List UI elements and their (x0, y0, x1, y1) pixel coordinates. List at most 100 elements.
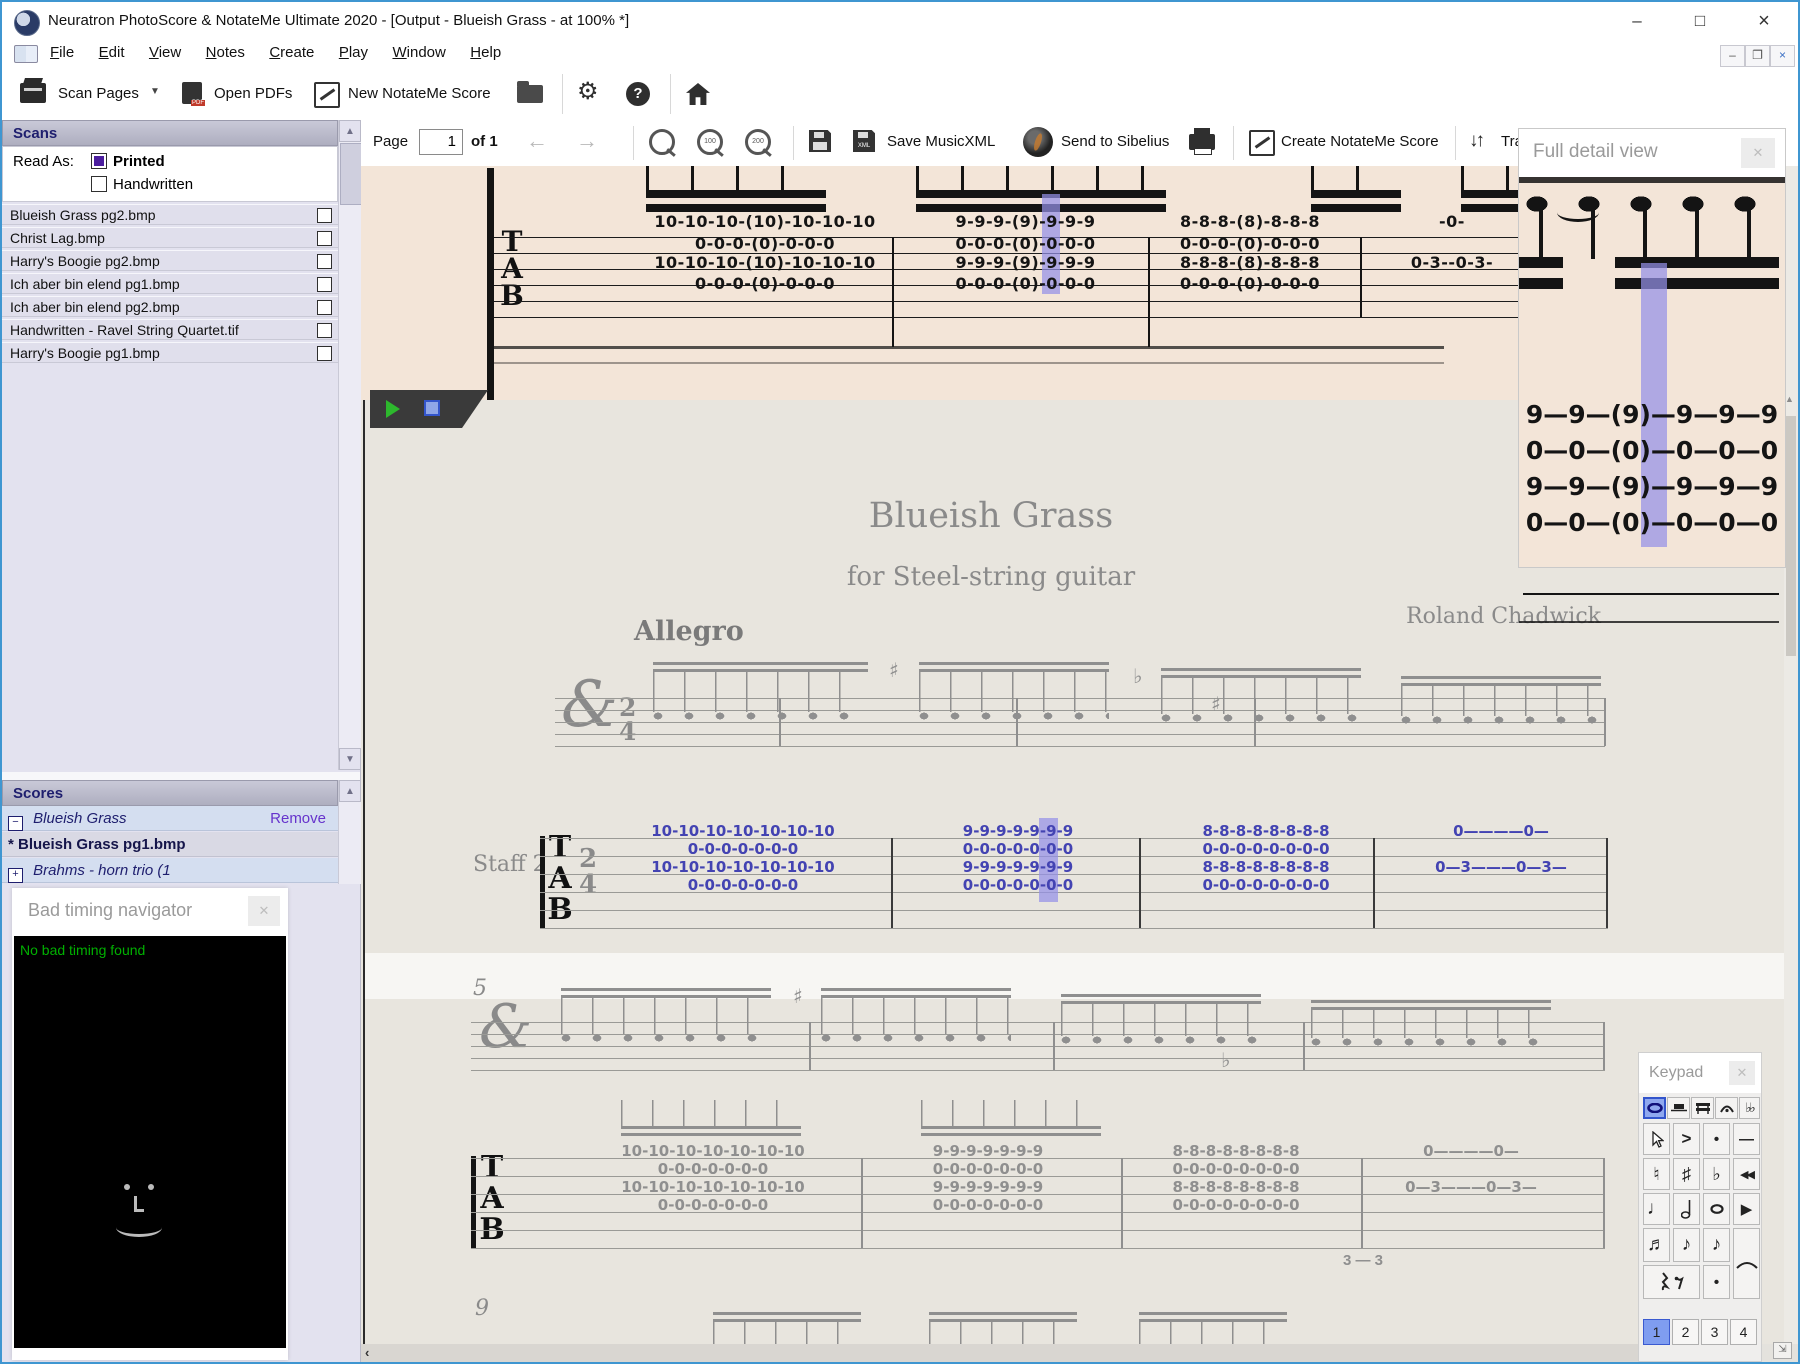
keypad-tab-fermata-icon[interactable] (1715, 1097, 1738, 1119)
keypad-half-note-button[interactable] (1673, 1193, 1700, 1225)
scan-file-checkbox[interactable] (317, 208, 332, 223)
handwritten-checkbox[interactable] (91, 176, 107, 192)
menu-notes[interactable]: Notes (196, 40, 255, 65)
save-icon[interactable] (809, 130, 831, 152)
keypad-accent-button[interactable]: > (1673, 1123, 1700, 1155)
keypad-dot-button[interactable]: • (1703, 1265, 1730, 1299)
score-name[interactable]: Brahms - horn trio (1 (33, 862, 171, 879)
create-notateme-score-button[interactable]: Create NotateMe Score (1281, 133, 1439, 150)
keypad-pointer-button[interactable] (1643, 1123, 1670, 1155)
score-name[interactable]: Blueish Grass (33, 810, 126, 827)
vertical-scrollbar[interactable]: ▲ (1784, 166, 1798, 1346)
minimize-button[interactable]: – (1615, 8, 1659, 36)
close-button[interactable]: × (1742, 8, 1786, 36)
keypad-whole-note-button[interactable] (1703, 1193, 1730, 1225)
save-musicxml-button[interactable]: Save MusicXML (887, 133, 995, 150)
keypad-page-3[interactable]: 3 (1701, 1319, 1728, 1345)
horizontal-scrollbar[interactable]: ‹ (361, 1344, 1756, 1362)
close-icon[interactable]: ✕ (1729, 1061, 1755, 1085)
keypad-play-button[interactable]: ▶ (1733, 1193, 1760, 1225)
keypad-page-1[interactable]: 1 (1643, 1319, 1670, 1345)
resize-grip-icon[interactable]: ⇲ (1773, 1342, 1792, 1359)
collapse-icon[interactable]: − (8, 816, 23, 831)
scan-file-row[interactable]: Handwritten - Ravel String Quartet.tif (2, 319, 338, 340)
menu-window[interactable]: Window (382, 40, 455, 65)
stop-icon[interactable] (424, 400, 440, 416)
scroll-up-icon[interactable]: ▲ (339, 780, 361, 802)
keypad-staccato-button[interactable]: • (1703, 1123, 1730, 1155)
keypad-eighth-note-button[interactable]: ♪ (1703, 1228, 1730, 1262)
scroll-down-icon[interactable]: ▼ (339, 748, 361, 770)
keypad-page-2[interactable]: 2 (1672, 1319, 1699, 1345)
printed-checkbox[interactable] (91, 153, 107, 169)
help-icon[interactable]: ? (626, 82, 650, 106)
menu-help[interactable]: Help (460, 40, 511, 65)
close-icon[interactable]: ✕ (1741, 138, 1775, 168)
settings-gear-icon[interactable]: ⚙ (577, 80, 599, 104)
child-restore-button[interactable]: ❐ (1745, 45, 1770, 67)
save-xml-icon[interactable] (853, 130, 875, 152)
open-pdfs-button[interactable]: Open PDFs (214, 85, 292, 102)
keypad-tie-button[interactable] (1733, 1228, 1760, 1299)
play-icon[interactable] (386, 400, 400, 418)
menu-play[interactable]: Play (329, 40, 378, 65)
menu-edit[interactable]: Edit (89, 40, 135, 65)
child-close-button[interactable]: × (1770, 45, 1795, 67)
scores-scrollbar[interactable]: ▲ (338, 780, 361, 884)
keypad-tab-rests-icon[interactable] (1667, 1097, 1690, 1119)
scroll-left-icon[interactable]: ‹ (365, 1345, 369, 1360)
menu-file[interactable]: File (40, 40, 84, 65)
next-page-icon[interactable]: → (576, 128, 598, 154)
keypad-tab-accidentals-icon[interactable]: ♭♭ (1739, 1097, 1760, 1119)
keypad-eighth-note-flag-button[interactable]: ♪ (1673, 1228, 1700, 1262)
expand-icon[interactable]: + (8, 868, 23, 883)
keypad-tenuto-button[interactable]: — (1733, 1123, 1760, 1155)
scroll-up-icon[interactable]: ▲ (1785, 394, 1794, 404)
keypad-rewind-button[interactable]: ◀◀ (1733, 1158, 1760, 1190)
keypad-quarter-note-button[interactable]: ♩ (1643, 1193, 1670, 1225)
keypad-tab-notes-icon[interactable] (1643, 1097, 1666, 1119)
keypad-sharp-button[interactable]: ♯ (1673, 1158, 1700, 1190)
child-minimize-button[interactable]: – (1720, 45, 1745, 67)
send-to-sibelius-button[interactable]: Send to Sibelius (1061, 133, 1169, 150)
zoom-icon[interactable] (649, 129, 675, 155)
keypad-page-4[interactable]: 4 (1730, 1319, 1757, 1345)
scroll-up-icon[interactable]: ▲ (339, 120, 361, 142)
page-number-input[interactable]: 1 (419, 129, 463, 155)
scan-file-checkbox[interactable] (317, 300, 332, 315)
scan-file-row[interactable]: Harry's Boogie pg2.bmp (2, 250, 338, 271)
menu-create[interactable]: Create (259, 40, 324, 65)
scan-file-row[interactable]: Blueish Grass pg2.bmp (2, 204, 338, 225)
zoom-100-icon[interactable]: 100 (697, 129, 723, 155)
scan-file-checkbox[interactable] (317, 254, 332, 269)
new-notateme-score-button[interactable]: New NotateMe Score (348, 85, 491, 102)
remove-link[interactable]: Remove (270, 806, 326, 831)
close-icon[interactable]: ✕ (248, 896, 280, 926)
keypad-tab-beams-icon[interactable] (1691, 1097, 1714, 1119)
keypad-sixteenth-note-button[interactable]: ♬ (1643, 1228, 1670, 1262)
score-item-row[interactable]: − Blueish Grass Remove (2, 806, 338, 831)
scan-file-row[interactable]: Harry's Boogie pg1.bmp (2, 342, 338, 363)
scan-pages-button[interactable]: Scan Pages (58, 85, 139, 102)
score-item-row[interactable]: + Brahms - horn trio (1 (2, 858, 338, 883)
sibelius-icon[interactable] (1023, 127, 1053, 157)
keypad-flat-button[interactable]: ♭ (1703, 1158, 1730, 1190)
previous-page-icon[interactable]: ← (526, 128, 548, 154)
zoom-200-icon[interactable]: 200 (745, 129, 771, 155)
scrollbar-thumb[interactable] (1786, 416, 1796, 656)
keypad-rests-button[interactable] (1643, 1265, 1700, 1299)
scan-file-checkbox[interactable] (317, 277, 332, 292)
maximize-button[interactable]: □ (1678, 8, 1722, 36)
open-folder-icon[interactable] (517, 81, 543, 103)
menu-view[interactable]: View (139, 40, 191, 65)
scan-file-checkbox[interactable] (317, 323, 332, 338)
transpose-icon[interactable]: ↓↑ (1469, 130, 1485, 152)
scan-file-row[interactable]: Christ Lag.bmp (2, 227, 338, 248)
scan-file-row[interactable]: Ich aber bin elend pg2.bmp (2, 296, 338, 317)
scan-pages-dropdown-icon[interactable]: ▼ (150, 86, 160, 97)
keypad-natural-button[interactable]: ♮ (1643, 1158, 1670, 1190)
scan-file-row[interactable]: Ich aber bin elend pg1.bmp (2, 273, 338, 294)
scan-file-checkbox[interactable] (317, 346, 332, 361)
scrollbar-thumb[interactable] (340, 143, 362, 205)
scan-file-checkbox[interactable] (317, 231, 332, 246)
